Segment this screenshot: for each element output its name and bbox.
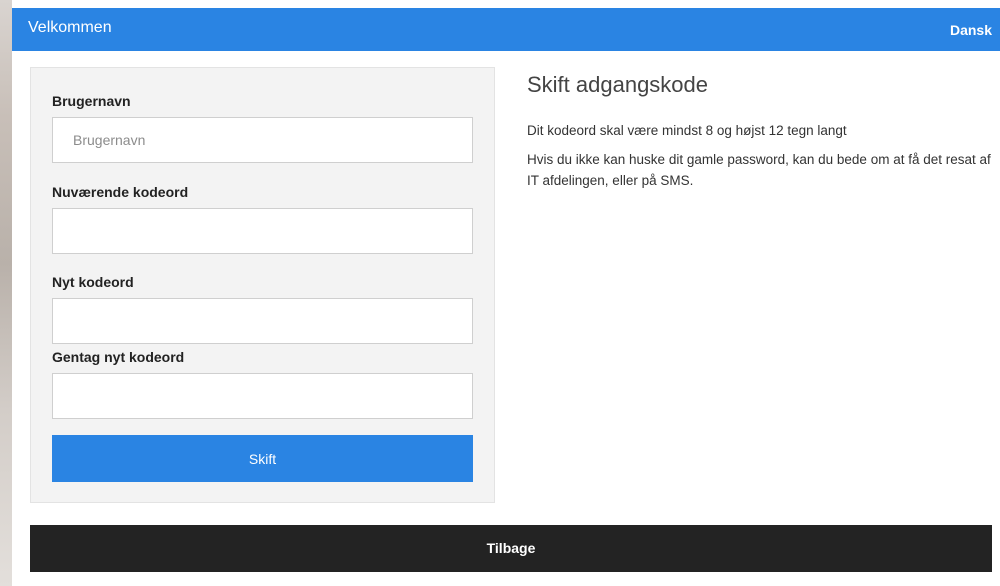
info-section: Skift adgangskode Dit kodeord skal være …	[527, 72, 992, 199]
submit-button[interactable]: Skift	[52, 435, 473, 482]
new-password-label: Nyt kodeord	[52, 274, 134, 290]
page-title: Skift adgangskode	[527, 72, 709, 97]
username-input[interactable]	[52, 117, 473, 163]
language-selector[interactable]: Dansk	[950, 22, 992, 38]
top-bar: Velkommen Dansk	[12, 8, 1000, 51]
current-password-input[interactable]	[52, 208, 473, 254]
background-image-strip	[0, 0, 12, 586]
username-label: Brugernavn	[52, 93, 131, 109]
repeat-password-label: Gentag nyt kodeord	[52, 349, 185, 365]
current-password-label: Nuværende kodeord	[52, 184, 189, 200]
change-password-form: Brugernavn Nuværende kodeord Nyt kodeord…	[30, 67, 495, 503]
repeat-password-input[interactable]	[52, 373, 473, 419]
info-paragraph-length: Dit kodeord skal være mindst 8 og højst …	[527, 123, 847, 138]
welcome-title: Velkommen	[28, 19, 112, 36]
info-paragraph-reset: Hvis du ikke kan huske dit gamle passwor…	[527, 152, 991, 188]
back-button[interactable]: Tilbage	[30, 525, 992, 572]
new-password-input[interactable]	[52, 298, 473, 344]
